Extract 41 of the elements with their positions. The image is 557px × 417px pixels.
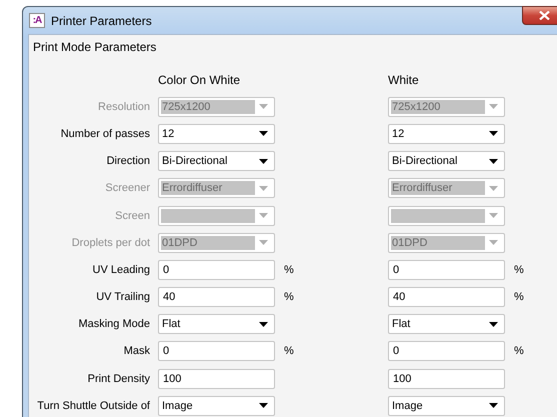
- input-field[interactable]: 40: [388, 287, 505, 308]
- dropdown[interactable]: 12: [388, 124, 505, 144]
- input-field[interactable]: 100: [388, 368, 505, 389]
- field-label: Screen: [115, 210, 151, 222]
- field-label: Turn Shuttle Outside of: [37, 400, 151, 412]
- unit-label: %: [283, 291, 294, 304]
- column-header: White: [388, 72, 419, 87]
- field-label: Direction: [106, 155, 151, 168]
- input-field[interactable]: 40: [158, 287, 275, 308]
- dropdown[interactable]: Flat: [158, 314, 275, 334]
- field-label: Masking Mode: [78, 318, 151, 330]
- app-icon: :A: [29, 13, 45, 28]
- input-field[interactable]: 100: [158, 368, 275, 389]
- field-label: Number of passes: [60, 128, 151, 140]
- field-label: Resolution: [98, 100, 151, 113]
- field-label: Screener: [105, 182, 151, 194]
- unit-label: %: [513, 264, 524, 276]
- unit-label: %: [513, 291, 524, 304]
- field-label: UV Trailing: [96, 291, 151, 304]
- field-label: Print Density: [88, 372, 151, 385]
- input-field[interactable]: 0: [158, 260, 275, 280]
- column-header: Color On White: [158, 72, 240, 87]
- input-field[interactable]: 0: [388, 341, 505, 362]
- dropdown[interactable]: Image: [388, 396, 505, 416]
- unit-label: %: [283, 345, 294, 358]
- dropdown[interactable]: Bi-Directional: [388, 151, 505, 172]
- input-field[interactable]: 0: [388, 260, 505, 280]
- dropdown[interactable]: 12: [158, 124, 275, 144]
- input-field[interactable]: 0: [158, 341, 275, 362]
- dropdown[interactable]: Flat: [388, 314, 505, 334]
- unit-label: %: [283, 264, 294, 276]
- close-icon: [539, 11, 550, 20]
- window-title: Printer Parameters: [51, 14, 152, 28]
- field-label: UV Leading: [92, 264, 151, 276]
- dropdown[interactable]: Image: [158, 396, 275, 416]
- dropdown[interactable]: Bi-Directional: [158, 151, 275, 172]
- unit-label: %: [513, 345, 524, 358]
- field-label: Mask: [124, 345, 151, 358]
- section-title: Print Mode Parameters: [33, 40, 158, 55]
- close-button[interactable]: [522, 6, 557, 25]
- field-label: Droplets per dot: [72, 236, 151, 249]
